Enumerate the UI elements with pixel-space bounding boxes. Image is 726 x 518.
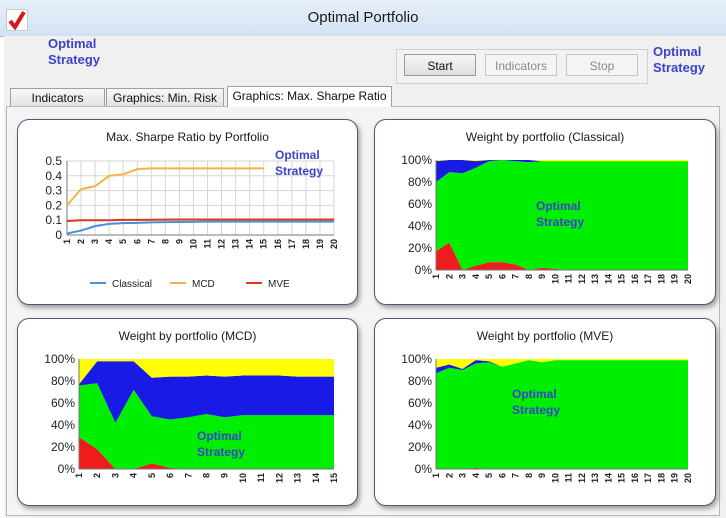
brand-line1: Optimal <box>653 44 702 59</box>
tab-max-sharpe[interactable]: Graphics: Max. Sharpe Ratio <box>227 86 392 107</box>
indicators-button[interactable]: Indicators <box>485 54 557 76</box>
chart-title: Weight by portfolio (MVE) <box>476 329 614 343</box>
tab-min-risk[interactable]: Graphics: Min. Risk <box>106 88 224 106</box>
chart-panel-mcd: Weight by portfolio (MCD) <box>17 318 358 506</box>
tab-indicators[interactable]: Indicators <box>10 88 105 106</box>
brand-line1: Optimal <box>48 36 97 51</box>
chart-panel-mve: Weight by portfolio (MVE) <box>374 318 716 506</box>
brand-logo-left: Optimal Strategy <box>48 36 100 68</box>
brand-line2: Strategy <box>653 60 706 75</box>
start-button[interactable]: Start <box>404 54 476 76</box>
chart-title: Max. Sharpe Ratio by Portfolio <box>106 130 269 144</box>
chart-title: Weight by portfolio (Classical) <box>465 130 625 144</box>
window-title: Optimal Portfolio <box>307 9 419 26</box>
brand-logo-right: Optimal Strategy <box>653 44 705 76</box>
window-titlebar: Optimal Portfolio <box>0 0 726 37</box>
chart-panel-classical: Weight by portfolio (Classical) <box>374 119 716 305</box>
stop-button[interactable]: Stop <box>566 54 638 76</box>
brand-line2: Strategy <box>48 52 101 67</box>
chart-panel-sharpe: Max. Sharpe Ratio by Portfolio <box>17 119 358 305</box>
chart-title: Weight by portfolio (MCD) <box>118 329 257 343</box>
